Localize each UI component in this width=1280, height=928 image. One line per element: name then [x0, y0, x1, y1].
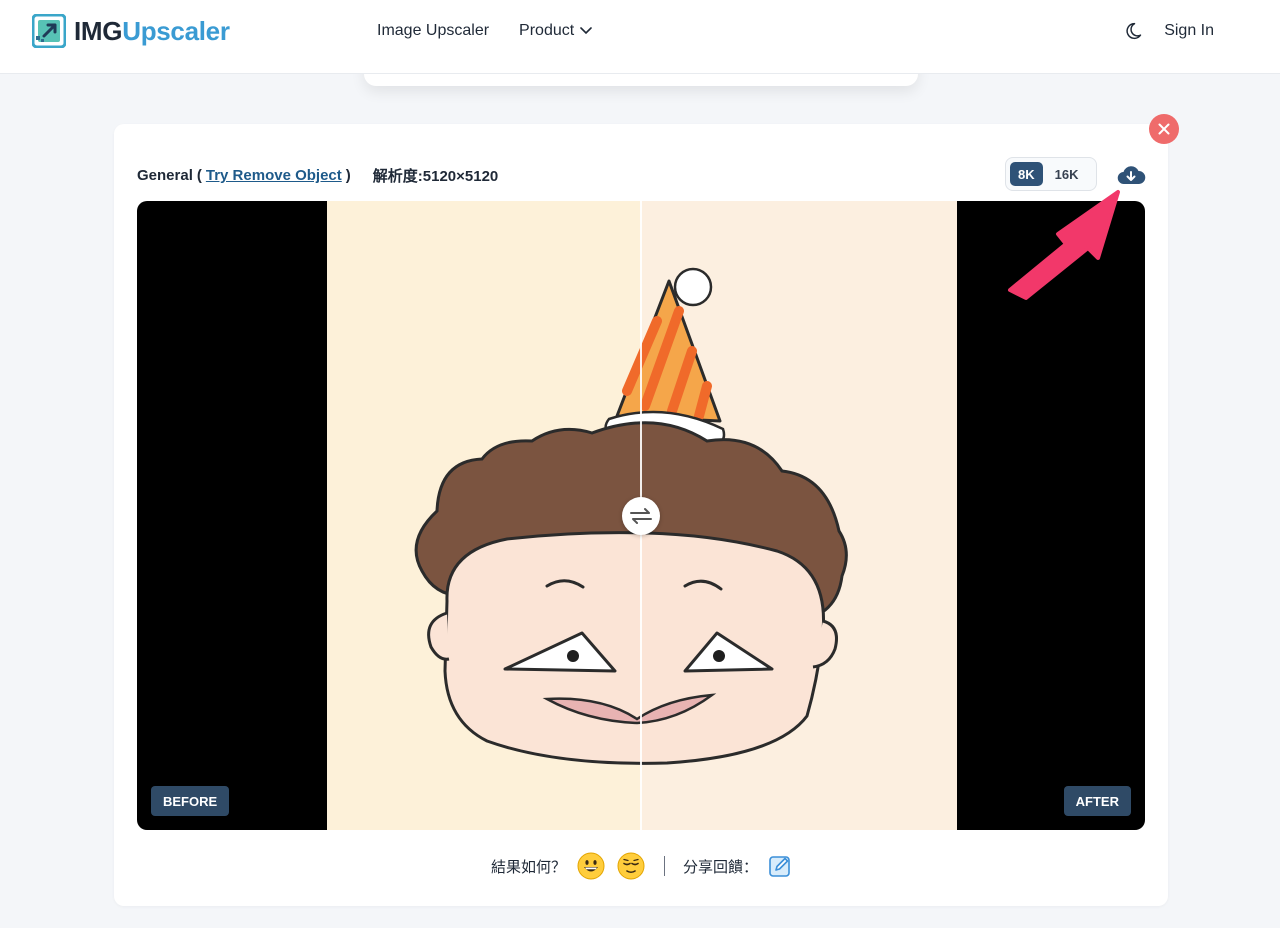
grinning-face-icon[interactable] — [576, 851, 606, 881]
edit-icon[interactable] — [768, 854, 792, 878]
moon-icon[interactable] — [1124, 20, 1146, 42]
feedback-question: 結果如何？ — [491, 858, 567, 876]
download-button[interactable] — [1116, 162, 1146, 188]
close-button[interactable] — [1149, 114, 1179, 144]
top-header: IMGUpscaler Image Upscaler Product Sign … — [0, 0, 1280, 74]
after-label: AFTER — [1063, 786, 1131, 816]
before-after-viewer[interactable]: BEFORE AFTER — [137, 201, 1145, 830]
close-paren: ) — [345, 167, 351, 184]
logo-text: IMGUpscaler — [74, 15, 230, 46]
resolution-readout: 解析度:5120×5120 — [372, 168, 499, 185]
separator — [664, 856, 666, 876]
compare-slider-handle[interactable] — [622, 497, 660, 535]
feedback-bar: 結果如何？ 分享回饋： — [491, 850, 792, 882]
model-name: General — [137, 167, 193, 184]
swap-arrows-icon — [630, 508, 652, 524]
open-paren: ( — [196, 167, 202, 184]
nav-image-upscaler[interactable]: Image Upscaler — [377, 22, 489, 40]
nav-product[interactable]: Product — [519, 22, 592, 40]
try-remove-object-link[interactable]: Try Remove Object — [206, 167, 342, 184]
resolution-option-16k[interactable]: 16K — [1047, 162, 1087, 186]
before-label: BEFORE — [151, 786, 230, 816]
close-icon — [1158, 123, 1170, 135]
relieved-face-icon[interactable] — [616, 851, 646, 881]
header-actions: Sign In — [1124, 20, 1214, 42]
card-title: General ( Try Remove Object ) 解析度:5120×5… — [137, 165, 498, 186]
chevron-down-icon — [580, 27, 592, 35]
annotation-arrow-icon — [1008, 190, 1120, 300]
main-nav: Image Upscaler Product — [377, 22, 592, 40]
logo-icon — [32, 14, 66, 48]
resolution-option-8k[interactable]: 8K — [1010, 162, 1043, 186]
logo[interactable]: IMGUpscaler — [32, 14, 230, 48]
share-feedback-label: 分享回饋： — [683, 858, 759, 876]
sign-in-link[interactable]: Sign In — [1164, 22, 1214, 40]
cloud-download-icon — [1117, 166, 1146, 185]
